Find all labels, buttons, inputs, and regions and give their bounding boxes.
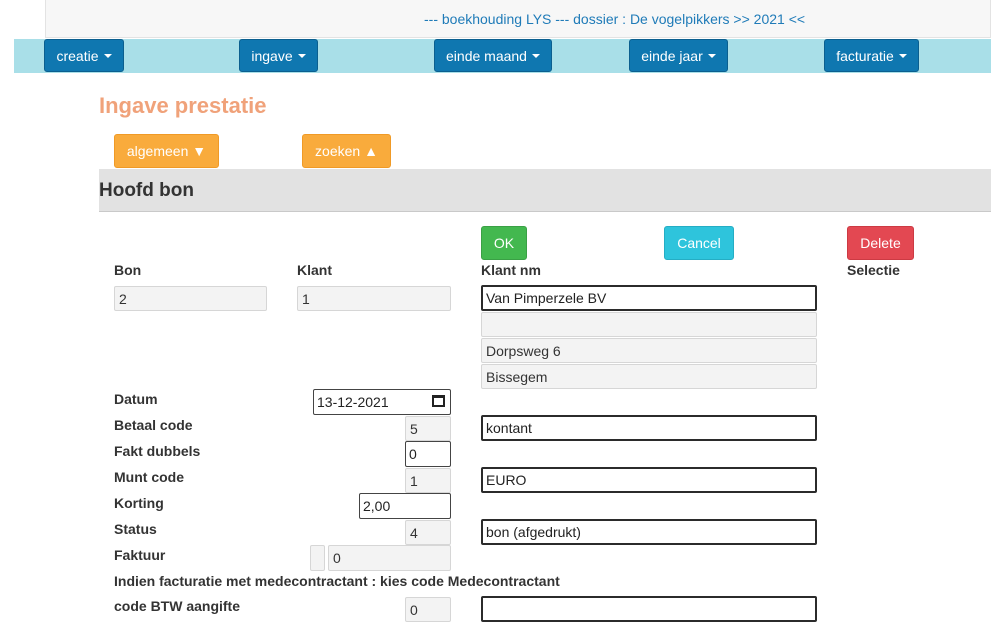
- app-title: --- boekhouding LYS --- dossier : De vog…: [424, 11, 806, 27]
- cancel-button[interactable]: Cancel: [664, 226, 734, 260]
- faktuur-field[interactable]: 0: [328, 545, 451, 571]
- section-header-bar: [99, 169, 991, 212]
- korting-field[interactable]: 2,00: [359, 493, 451, 519]
- klant-line2-field[interactable]: [481, 312, 817, 337]
- selectie-label: Selectie: [847, 262, 900, 278]
- datum-field[interactable]: 13-12-2021: [313, 389, 451, 415]
- munt-code-field[interactable]: 1: [405, 468, 451, 493]
- nav-ingave-label: ingave: [251, 47, 293, 64]
- nav-einde-jaar-button[interactable]: einde jaar: [629, 39, 728, 72]
- betaal-code-label: Betaal code: [114, 417, 193, 433]
- algemeen-toggle-button[interactable]: algemeen ▼: [114, 134, 219, 168]
- caret-down-icon: [297, 53, 306, 58]
- klant-naam-field[interactable]: Van Pimperzele BV: [481, 285, 817, 311]
- ok-button[interactable]: OK: [481, 226, 527, 260]
- code-btw-omschrijving-field[interactable]: [481, 596, 817, 622]
- caret-down-icon: [103, 53, 112, 58]
- faktuur-label: Faktuur: [114, 547, 166, 563]
- caret-down-icon: [898, 53, 907, 58]
- klant-gemeente-field[interactable]: Bissegem: [481, 364, 817, 389]
- nav-ingave-button[interactable]: ingave: [239, 39, 318, 72]
- nav-creatie-label: creatie: [56, 47, 99, 64]
- klant-adres-field[interactable]: Dorpsweg 6: [481, 338, 817, 363]
- datum-label: Datum: [114, 391, 158, 407]
- datum-value: 13-12-2021: [317, 394, 389, 410]
- munt-omschrijving-field[interactable]: EURO: [481, 467, 817, 493]
- klant-label: Klant: [297, 262, 332, 278]
- delete-button[interactable]: Delete: [847, 226, 914, 260]
- betaal-code-field[interactable]: 5: [405, 416, 451, 441]
- status-field[interactable]: 4: [405, 520, 451, 545]
- faktuur-prefix-field[interactable]: [310, 545, 325, 571]
- status-label: Status: [114, 521, 157, 537]
- status-omschrijving-field[interactable]: bon (afgedrukt): [481, 519, 817, 545]
- code-btw-field[interactable]: 0: [405, 597, 451, 622]
- korting-label: Korting: [114, 495, 164, 511]
- klant-field[interactable]: 1: [297, 286, 451, 311]
- nav-facturatie-button[interactable]: facturatie: [824, 39, 919, 72]
- section-title: Hoofd bon: [99, 180, 194, 201]
- klant-nm-label: Klant nm: [481, 262, 541, 278]
- medecontractant-label: Indien facturatie met medecontractant : …: [114, 573, 560, 589]
- nav-einde-jaar-label: einde jaar: [641, 47, 703, 64]
- code-btw-label: code BTW aangifte: [114, 598, 241, 614]
- zoeken-toggle-button[interactable]: zoeken ▲: [302, 134, 391, 168]
- caret-down-icon: [531, 53, 540, 58]
- fakt-dubbels-field[interactable]: 0: [405, 441, 451, 467]
- fakt-dubbels-label: Fakt dubbels: [114, 443, 201, 459]
- calendar-icon[interactable]: [432, 395, 445, 407]
- munt-code-label: Munt code: [114, 469, 184, 485]
- nav-creatie-button[interactable]: creatie: [44, 39, 124, 72]
- nav-einde-maand-button[interactable]: einde maand: [434, 39, 552, 72]
- page-title: Ingave prestatie: [99, 93, 267, 118]
- betaal-omschrijving-field[interactable]: kontant: [481, 415, 817, 441]
- nav-einde-maand-label: einde maand: [446, 47, 527, 64]
- bon-label: Bon: [114, 262, 142, 278]
- bon-field[interactable]: 2: [114, 286, 267, 311]
- caret-down-icon: [707, 53, 716, 58]
- nav-facturatie-label: facturatie: [836, 47, 894, 64]
